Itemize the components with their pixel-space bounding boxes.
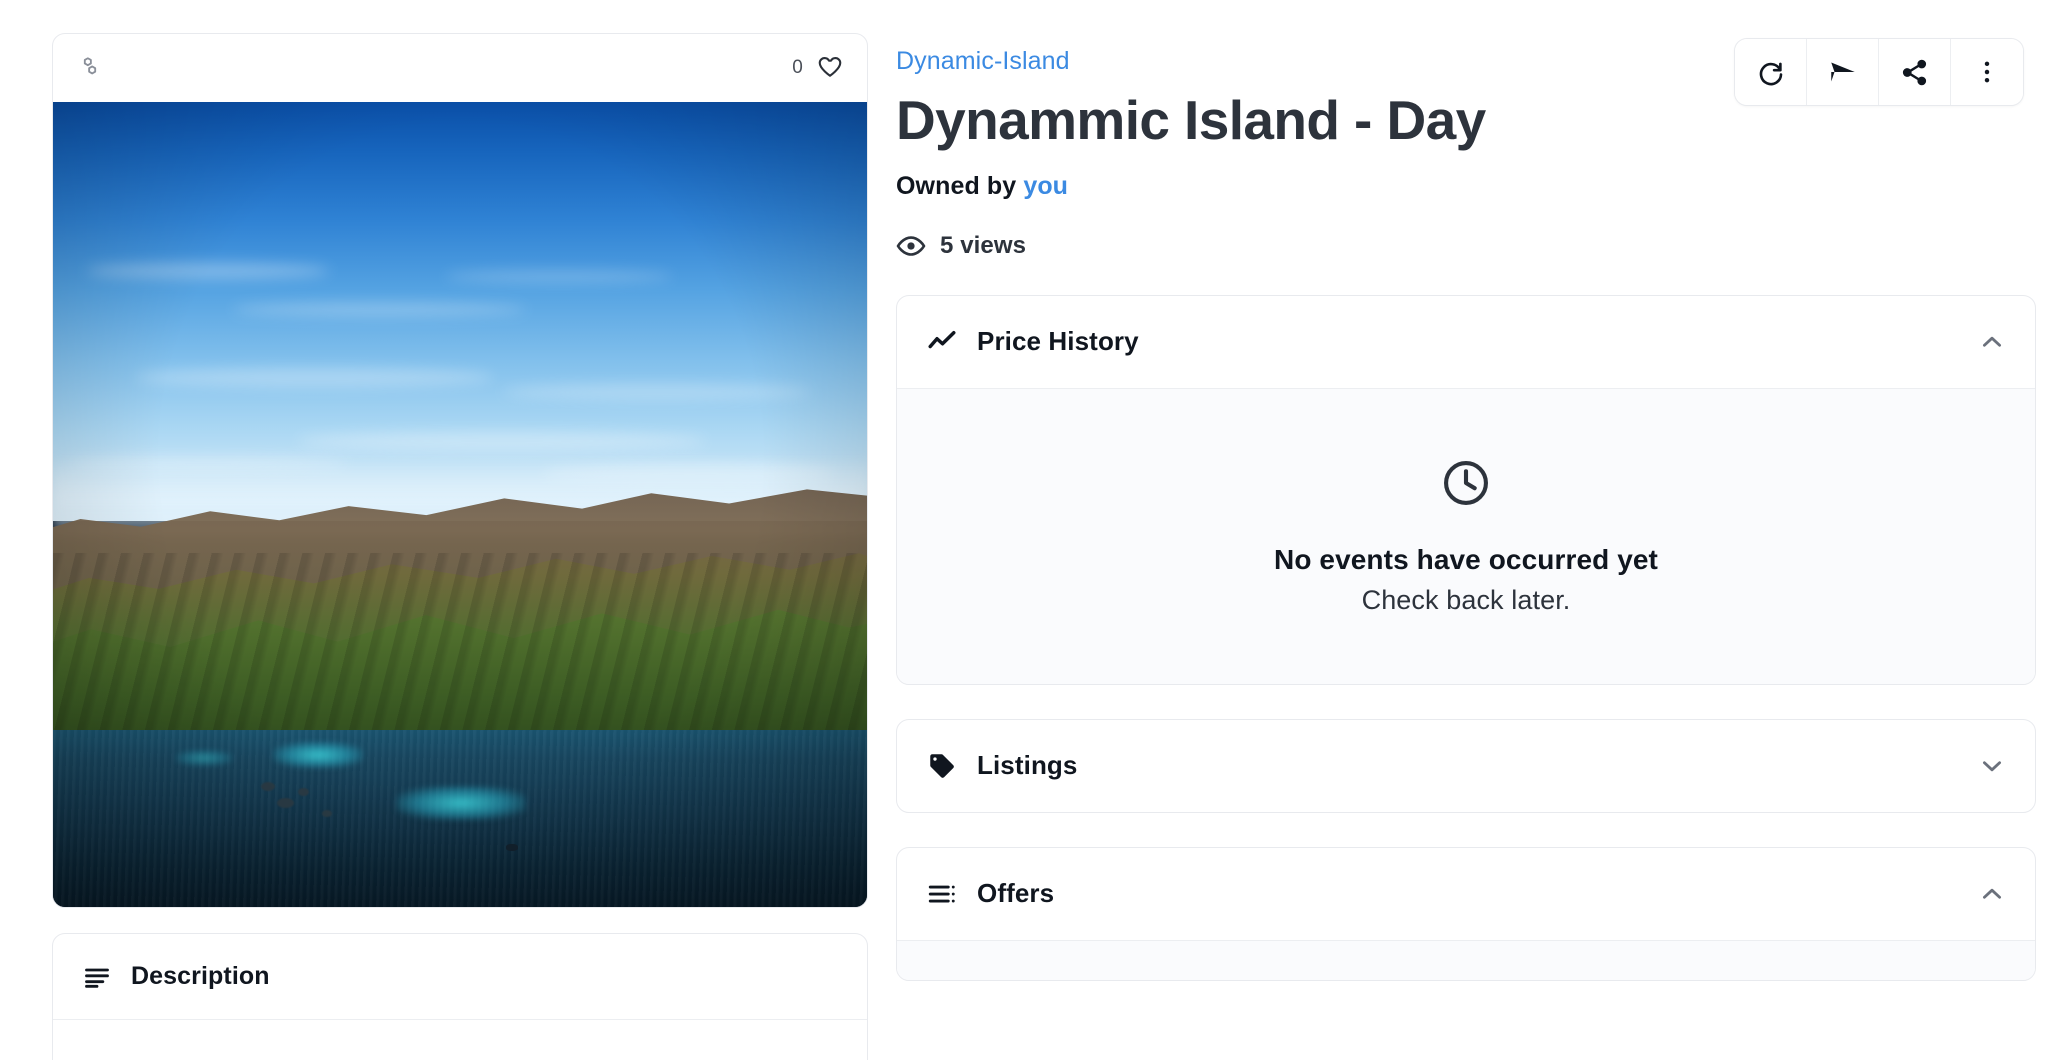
empty-state-subtitle: Check back later. [1361, 584, 1571, 615]
owned-by-label: Owned by [896, 171, 1017, 200]
empty-state-title: No events have occurred yet [1274, 543, 1658, 575]
tag-icon [927, 751, 957, 781]
refresh-metadata-button[interactable] [1735, 39, 1807, 105]
views-count: 5 views [940, 231, 1027, 259]
price-history-title: Price History [977, 326, 1139, 357]
price-history-header-left: Price History [927, 326, 1979, 357]
transfer-button[interactable] [1807, 39, 1879, 105]
views-row: 5 views [896, 231, 2036, 261]
collection-link[interactable]: Dynamic-Island [896, 47, 1070, 76]
offers-panel: Offers [896, 846, 2036, 981]
align-left-icon [83, 963, 111, 991]
heart-icon[interactable] [815, 53, 845, 83]
description-body [53, 1020, 867, 1060]
price-history-panel: Price History No events have occurred ye… [896, 294, 2036, 685]
left-column: 0 Description [52, 33, 868, 1060]
chevron-up-icon[interactable] [1979, 329, 2005, 355]
price-history-header[interactable]: Price History [897, 296, 2035, 388]
eye-icon [896, 231, 926, 261]
asset-artwork[interactable] [53, 102, 867, 907]
listings-title: Listings [977, 750, 1078, 781]
description-title: Description [131, 962, 270, 990]
listings-header[interactable]: Listings [897, 720, 2035, 812]
asset-detail-page: 0 Description Dynamic-Island Dynammic Is… [0, 0, 2048, 1060]
chain-link-icon [75, 53, 105, 83]
asset-card-header: 0 [53, 34, 867, 102]
right-column: Dynamic-Island Dynammic Island - Day Own… [896, 33, 2036, 981]
description-card: Description [52, 933, 868, 1060]
description-header[interactable]: Description [53, 934, 867, 1020]
clock-icon [1440, 457, 1492, 514]
chevron-down-icon[interactable] [1979, 753, 2005, 779]
offers-header[interactable]: Offers [897, 848, 2035, 940]
favorite-count: 0 [792, 57, 803, 78]
list-icon [927, 879, 957, 909]
artwork-vignette [53, 102, 867, 907]
owner-line: Owned by you [896, 172, 2036, 201]
share-button[interactable] [1879, 39, 1951, 105]
more-options-button[interactable] [1951, 39, 2023, 105]
offers-title: Offers [977, 878, 1055, 909]
activity-icon [927, 327, 957, 357]
asset-action-bar [1734, 38, 2024, 106]
asset-media-card: 0 [52, 33, 868, 908]
price-history-empty-state: No events have occurred yet Check back l… [897, 387, 2035, 684]
offers-body [897, 939, 2035, 980]
listings-header-left: Listings [927, 750, 1979, 781]
chevron-up-icon[interactable] [1979, 881, 2005, 907]
listings-panel: Listings [896, 718, 2036, 813]
favorite-group: 0 [792, 53, 845, 83]
owner-link[interactable]: you [1023, 172, 1068, 200]
offers-header-left: Offers [927, 878, 1979, 909]
